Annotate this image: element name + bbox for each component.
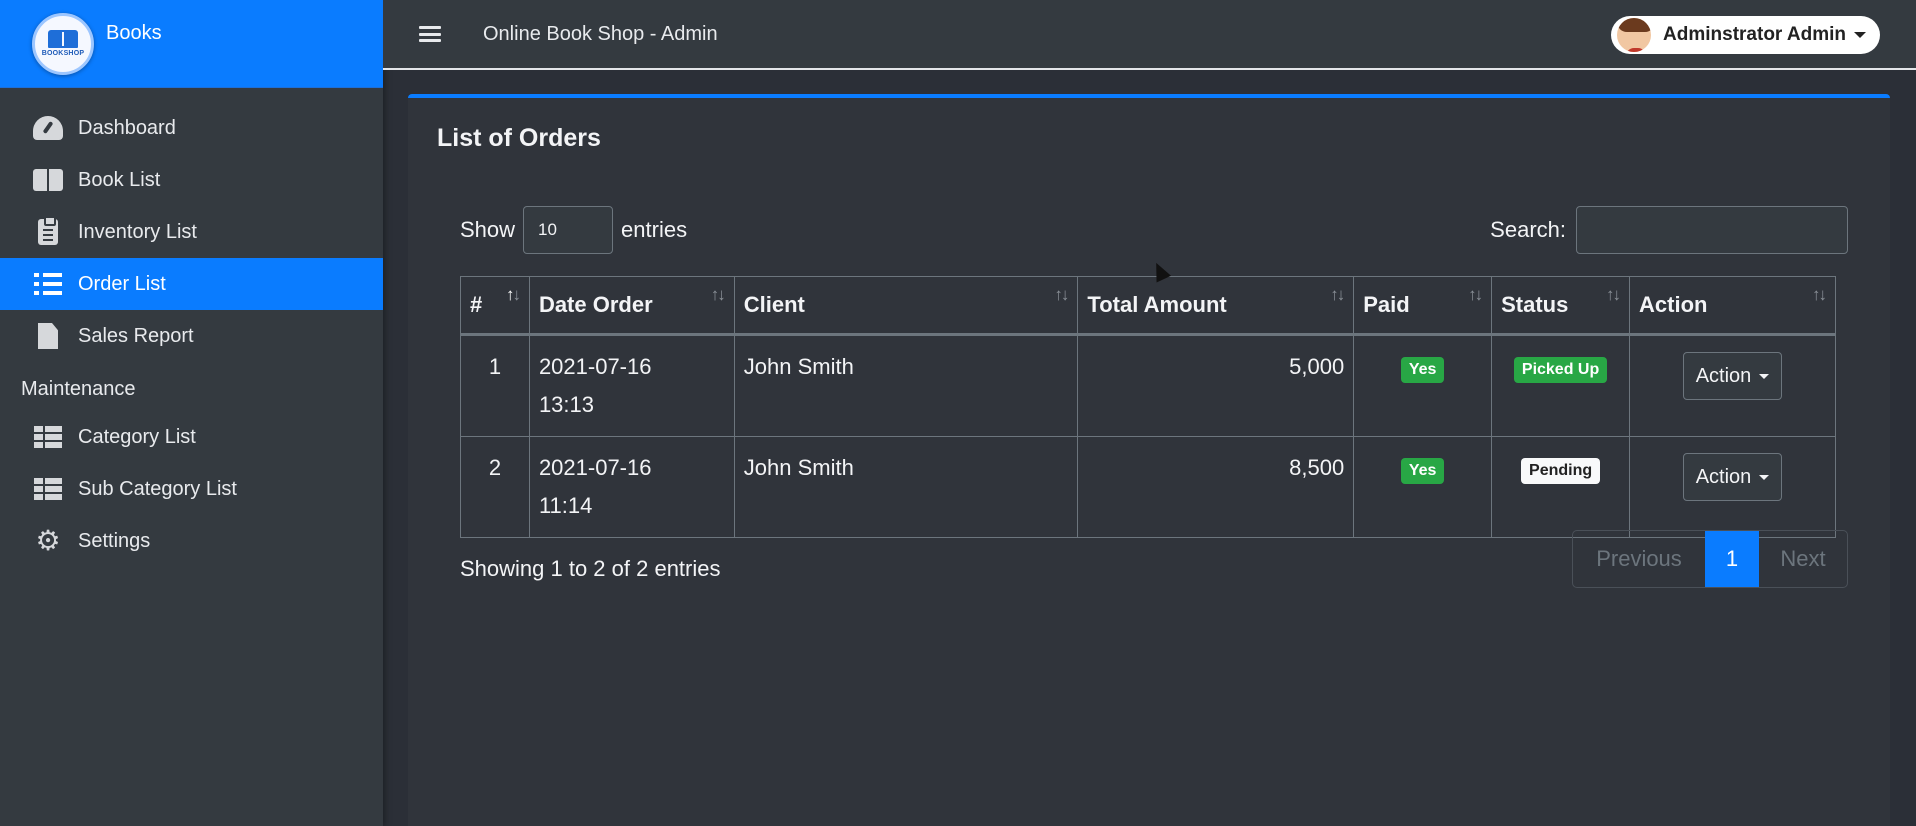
column-header-status[interactable]: Status ↑↓: [1491, 276, 1631, 336]
chevron-down-icon: [1854, 32, 1866, 38]
sort-icon: ↑↓: [1330, 285, 1345, 304]
status-badge: Picked Up: [1513, 357, 1608, 383]
column-header-number[interactable]: # ↑↓: [460, 276, 530, 336]
user-name: Adminstrator Admin: [1663, 24, 1846, 45]
file-icon: [32, 322, 64, 350]
show-label: Show: [460, 217, 516, 242]
sidebar-item-label: Book List: [78, 168, 161, 191]
pagination: Previous 1 Next: [1572, 530, 1848, 588]
table-row: 1 2021-07-16 13:13 John Smith 5,000 Yes P…: [460, 334, 1836, 437]
order-date: 2021-07-16: [538, 354, 652, 379]
action-dropdown-button[interactable]: Action: [1682, 453, 1783, 501]
sidebar-item-label: Sales Report: [78, 324, 194, 347]
entries-length-control: Show 10 entries: [460, 206, 687, 254]
cogs-icon: ⚙: [35, 525, 61, 556]
client-cell: John Smith: [733, 334, 1079, 437]
sort-icon: ↑↓: [710, 285, 726, 304]
status-cell: Pending: [1491, 436, 1631, 538]
entries-select[interactable]: 10: [523, 206, 614, 254]
row-number: 1: [460, 334, 530, 437]
order-time: 11:14: [538, 493, 593, 518]
orders-card: List of Orders Show 10 entries Search: #…: [408, 94, 1890, 826]
status-cell: Picked Up: [1491, 334, 1631, 437]
list-icon: [32, 270, 64, 298]
action-cell: Action: [1629, 436, 1836, 538]
column-header-action[interactable]: Action ↑↓: [1629, 276, 1836, 336]
column-header-total-amount[interactable]: Total Amount ↑↓: [1077, 276, 1355, 336]
brand-name: Books: [106, 22, 162, 44]
sort-icon: ↑↓: [1054, 285, 1069, 304]
top-navbar: Online Book Shop - Admin Adminstrator Ad…: [383, 0, 1916, 70]
paid-cell: Yes: [1353, 334, 1493, 437]
clipboard-icon: [32, 216, 64, 246]
open-book-icon: [48, 30, 78, 48]
total-amount-cell: 8,500: [1077, 436, 1355, 538]
app-title: Online Book Shop - Admin: [483, 22, 718, 45]
client-cell: John Smith: [733, 436, 1079, 538]
table-row: 2 2021-07-16 11:14 John Smith 8,500 Yes P…: [460, 436, 1836, 538]
sort-icon: ↑↓: [1606, 285, 1621, 304]
sidebar-item-category-list[interactable]: Category List: [0, 411, 383, 463]
order-date: 2021-07-16: [538, 455, 652, 480]
table-info: Showing 1 to 2 of 2 entries: [460, 556, 721, 581]
sidebar-item-sub-category-list[interactable]: Sub Category List: [0, 463, 383, 515]
search-input[interactable]: [1576, 206, 1848, 254]
menu-toggle-icon[interactable]: [419, 26, 441, 42]
entries-label: entries: [621, 217, 688, 242]
column-header-client[interactable]: Client ↑↓: [733, 276, 1079, 336]
sidebar-item-sales-report[interactable]: Sales Report: [0, 310, 383, 362]
sidebar-item-label: Settings: [78, 529, 151, 552]
table-header-row: # ↑↓ Date Order ↑↓ Client ↑↓ Total Amount ↑↓…: [460, 276, 1836, 336]
paid-badge: Yes: [1400, 357, 1445, 383]
sidebar-item-label: Order List: [78, 272, 166, 295]
sidebar: BOOKSHOP Books Dashboard Book List Inven…: [0, 0, 383, 826]
sort-icon: ↑↓: [1812, 285, 1827, 304]
action-dropdown-button[interactable]: Action: [1682, 352, 1783, 400]
sidebar-item-dashboard[interactable]: Dashboard: [0, 102, 383, 154]
total-amount-cell: 5,000: [1077, 334, 1355, 437]
sort-icon: ↑↓: [1468, 285, 1483, 304]
sort-icon: ↑↓: [505, 285, 521, 304]
previous-page-button[interactable]: Previous: [1573, 531, 1705, 587]
sidebar-item-order-list[interactable]: Order List: [0, 258, 383, 310]
user-menu-button[interactable]: Adminstrator Admin: [1611, 16, 1880, 54]
table-icon: [32, 475, 64, 503]
sidebar-item-settings[interactable]: ⚙ Settings: [0, 515, 383, 567]
avatar: [1615, 16, 1654, 54]
order-time: 13:13: [538, 392, 594, 417]
caret-down-icon: [1759, 474, 1770, 480]
caret-down-icon: [1759, 373, 1770, 379]
action-cell: Action: [1629, 334, 1836, 437]
page-1-button[interactable]: 1: [1705, 531, 1759, 587]
column-header-paid[interactable]: Paid ↑↓: [1353, 276, 1493, 336]
sidebar-item-label: Inventory List: [78, 220, 197, 243]
dashboard-icon: [32, 114, 64, 142]
table-icon: [32, 423, 64, 451]
brand-header[interactable]: BOOKSHOP Books: [0, 0, 383, 88]
paid-badge: Yes: [1400, 458, 1445, 484]
bookshop-logo: BOOKSHOP: [32, 12, 94, 75]
sidebar-nav: Dashboard Book List Inventory List Order…: [0, 102, 383, 567]
sidebar-item-label: Category List: [78, 425, 196, 448]
row-number: 2: [460, 436, 530, 538]
page-title: List of Orders: [437, 124, 601, 152]
search-label: Search:: [1490, 217, 1566, 242]
sidebar-item-book-list[interactable]: Book List: [0, 154, 383, 206]
date-order-cell: 2021-07-16 11:14: [528, 436, 735, 538]
table-search: Search:: [1490, 206, 1848, 254]
column-header-date-order[interactable]: Date Order ↑↓: [528, 276, 735, 336]
next-page-button[interactable]: Next: [1759, 531, 1847, 587]
sidebar-item-label: Dashboard: [78, 116, 176, 139]
sidebar-item-inventory-list[interactable]: Inventory List: [0, 206, 383, 258]
orders-table: # ↑↓ Date Order ↑↓ Client ↑↓ Total Amount ↑↓…: [460, 276, 1836, 538]
logo-text: BOOKSHOP: [41, 50, 85, 57]
date-order-cell: 2021-07-16 13:13: [528, 334, 735, 437]
paid-cell: Yes: [1353, 436, 1493, 538]
status-badge: Pending: [1521, 458, 1601, 484]
maintenance-header: Maintenance: [21, 378, 136, 400]
book-icon: [32, 166, 64, 194]
sidebar-item-label: Sub Category List: [78, 477, 237, 500]
